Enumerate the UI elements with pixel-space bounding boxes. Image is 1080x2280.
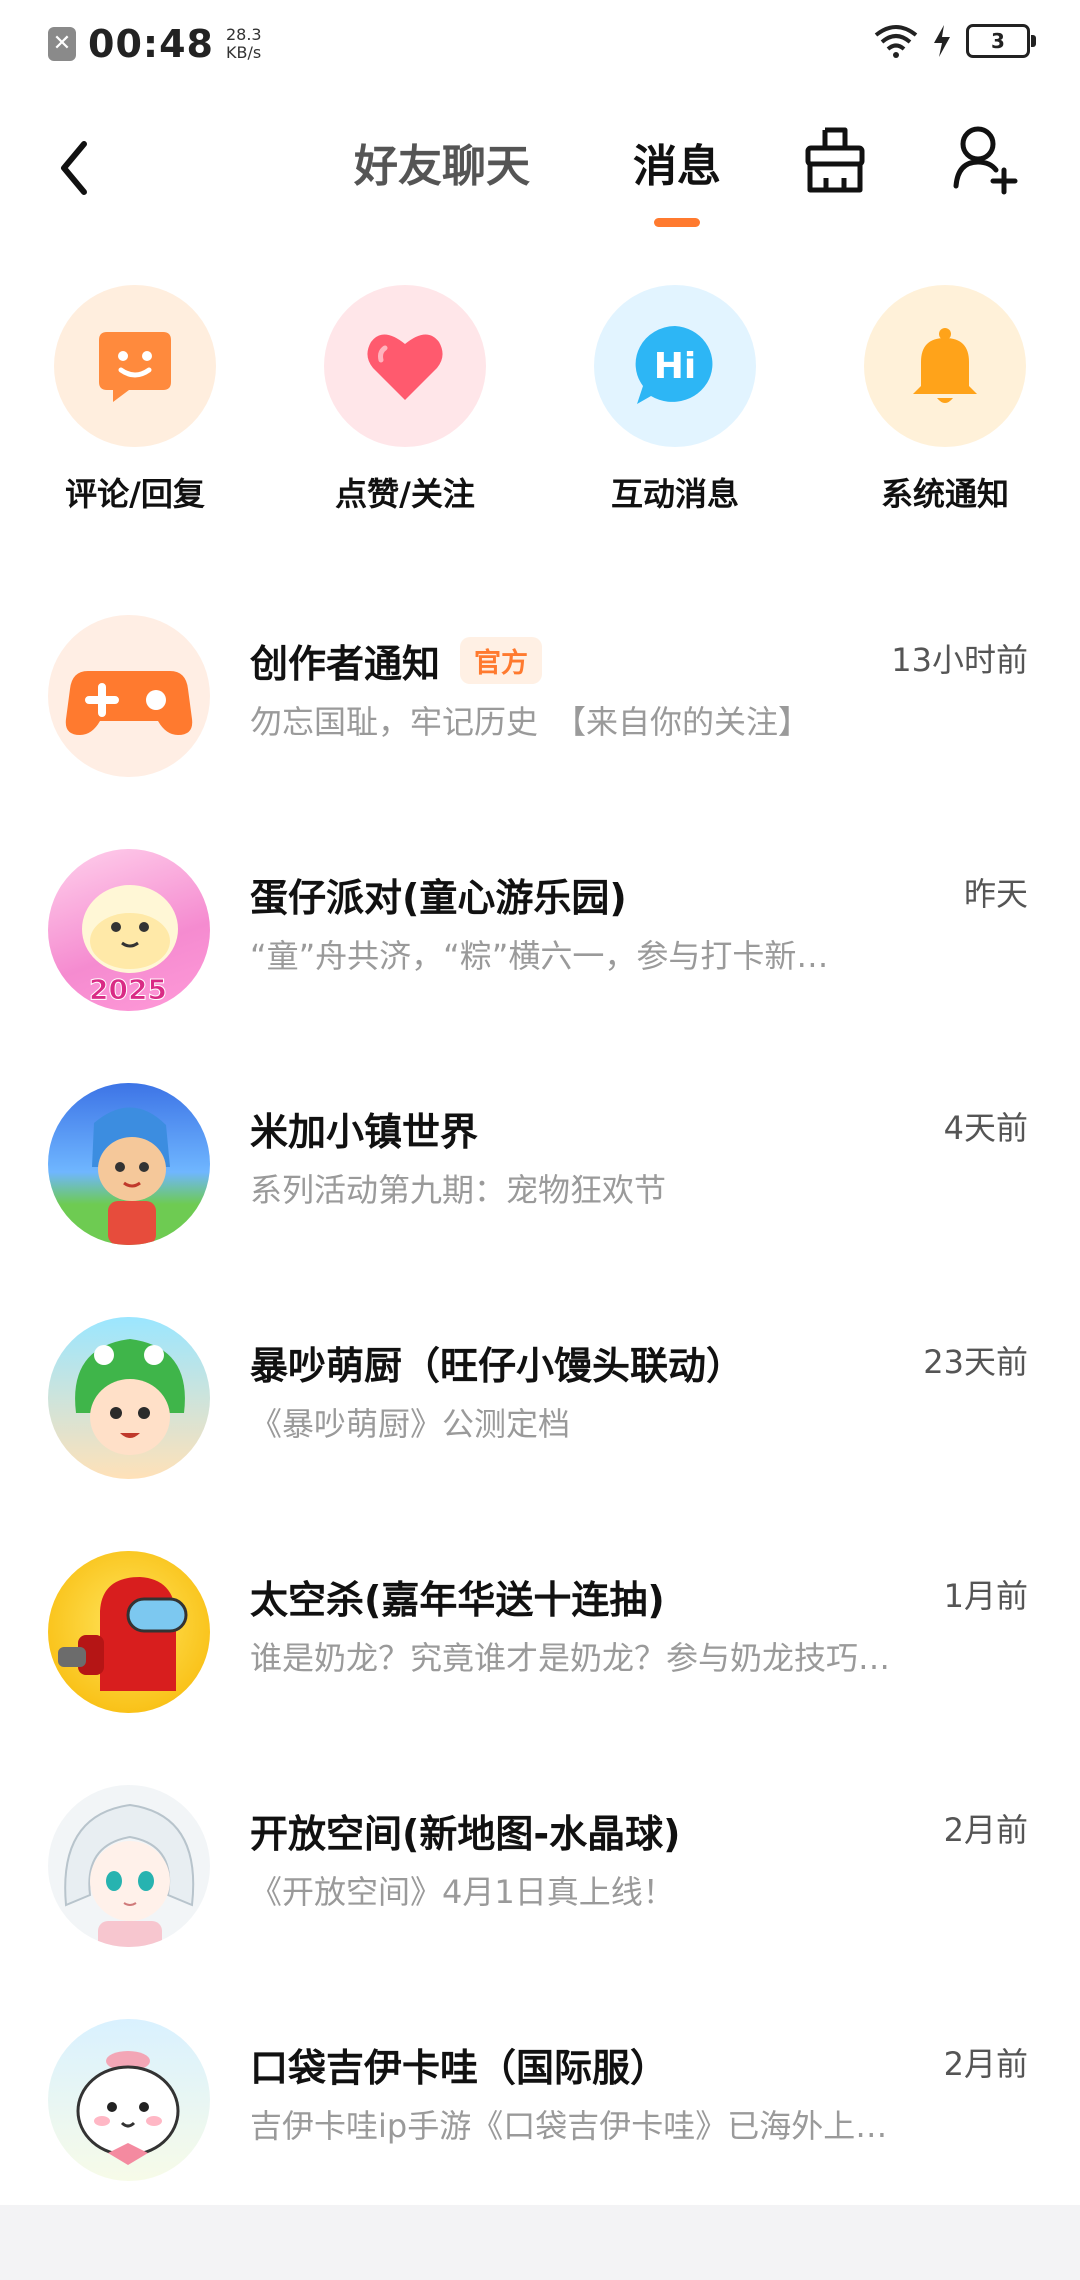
sender-name: 太空杀(嘉年华送十连抽) [250, 1578, 665, 1622]
message-time: 2月前 [943, 1811, 1028, 1849]
list-item-creator-notice[interactable]: 创作者通知 官方 13小时前 勿忘国耻，牢记历史 【来自你的关注】 [0, 595, 1080, 829]
message-preview: 系列活动第九期：宠物狂欢节 [250, 1171, 667, 1209]
conversation-title: 太空杀(嘉年华送十连抽) [250, 1569, 665, 1624]
conversation-title: 口袋吉伊卡哇（国际服） [250, 2037, 668, 2092]
avatar-year-text: 2025 [89, 973, 167, 1006]
sender-name: 口袋吉伊卡哇（国际服） [250, 2046, 669, 2090]
sender-name: 米加小镇世界 [250, 1110, 479, 1154]
charging-icon [934, 25, 950, 57]
category-label: 互动消息 [610, 475, 739, 513]
network-speed-value: 28.3 [225, 25, 262, 44]
network-speed: 28.3 KB/s [226, 26, 262, 62]
conversation-title: 蛋仔派对(童心游乐园) [250, 867, 627, 922]
gamepad-icon [65, 671, 193, 735]
likes-circle [324, 285, 486, 447]
message-time: 4天前 [943, 1109, 1028, 1147]
category-system[interactable]: 系统通知 [845, 285, 1045, 515]
message-time: 昨天 [963, 875, 1028, 913]
message-preview: 勿忘国耻，牢记历史 【来自你的关注】 [250, 703, 811, 741]
message-time: 23天前 [923, 1343, 1028, 1381]
message-time: 13小时前 [891, 641, 1028, 679]
system-circle [864, 285, 1026, 447]
list-item-chiikawa[interactable]: 口袋吉伊卡哇（国际服） 2月前 吉伊卡哇ip手游《口袋吉伊卡哇》已海外上… [0, 1999, 1080, 2233]
category-label: 评论/回复 [65, 475, 205, 513]
message-preview: 《开放空间》4月1日真上线！ [250, 1873, 675, 1911]
bell-icon [913, 328, 977, 403]
message-preview: 吉伊卡哇ip手游《口袋吉伊卡哇》已海外上… [250, 2107, 888, 2145]
category-likes[interactable]: 点赞/关注 [305, 285, 505, 515]
tab-friends-chat[interactable]: 好友聊天 [354, 130, 530, 194]
gamepad-avatar [48, 615, 210, 777]
top-nav: 好友聊天 消息 [0, 110, 1080, 240]
network-speed-unit: KB/s [225, 43, 262, 62]
list-item-open-space[interactable]: 开放空间(新地图-水晶球) 2月前 《开放空间》4月1日真上线！ [0, 1765, 1080, 1999]
status-right: 3 [874, 24, 1036, 58]
conversation-title: 创作者通知 官方 [250, 633, 543, 688]
message-time: 1月前 [943, 1577, 1028, 1615]
list-item-space-kill[interactable]: 太空杀(嘉年华送十连抽) 1月前 谁是奶龙？究竟谁才是奶龙？参与奶龙技巧… [0, 1531, 1080, 1765]
category-label: 点赞/关注 [335, 475, 475, 513]
open-space-avatar [48, 1785, 210, 1947]
dino-hood-character-image [75, 1339, 185, 1455]
chiikawa-avatar [48, 2019, 210, 2181]
anime-girl-image [64, 1803, 195, 1947]
hi-text: Hi [654, 346, 696, 387]
clear-unread-icon[interactable] [800, 122, 870, 202]
hi-bubble-icon: Hi [635, 326, 713, 404]
miga-character-image [92, 1107, 170, 1245]
official-badge: 官方 [460, 637, 543, 684]
eggy-party-avatar: 2025 [48, 849, 210, 1011]
conversation-title: 米加小镇世界 [250, 1101, 478, 1156]
sender-name: 开放空间(新地图-水晶球) [250, 1812, 681, 1856]
cooking-game-avatar [48, 1317, 210, 1479]
active-tab-indicator [654, 218, 700, 227]
space-kill-avatar [48, 1551, 210, 1713]
list-item-cooking-game[interactable]: 暴吵萌厨（旺仔小馒头联动） 23天前 《暴吵萌厨》公测定档 [0, 1297, 1080, 1531]
category-label: 系统通知 [880, 475, 1009, 513]
interactions-circle: Hi [594, 285, 756, 447]
tab-messages[interactable]: 消息 [633, 130, 721, 194]
message-preview: 谁是奶龙？究竟谁才是奶龙？参与奶龙技巧… [250, 1639, 891, 1677]
message-preview: 《暴吵萌厨》公测定档 [250, 1405, 571, 1443]
sender-name: 创作者通知 [250, 642, 441, 686]
message-time: 2月前 [943, 2045, 1028, 2083]
sender-name: 暴吵萌厨（旺仔小馒头联动） [250, 1344, 745, 1388]
list-item-miga-town[interactable]: 米加小镇世界 4天前 系列活动第九期：宠物狂欢节 [0, 1063, 1080, 1297]
message-preview: “童”舟共济，“粽”横六一，参与打卡新… [250, 937, 829, 975]
category-interactions[interactable]: Hi 互动消息 [575, 285, 775, 515]
conversation-title: 暴吵萌厨（旺仔小馒头联动） [250, 1335, 744, 1390]
conversation-title: 开放空间(新地图-水晶球) [250, 1803, 681, 1858]
heart-icon [367, 334, 443, 400]
chiikawa-character-image [76, 2051, 180, 2165]
battery-icon: 3 [966, 24, 1036, 58]
miga-town-avatar [48, 1083, 210, 1245]
sender-name: 蛋仔派对(童心游乐园) [250, 876, 627, 920]
add-friend-icon[interactable] [950, 120, 1020, 200]
comments-circle [54, 285, 216, 447]
clock: 00:48 [88, 22, 214, 66]
bottom-bar [0, 2205, 1080, 2280]
eggy-character-image: 2025 [82, 885, 178, 1007]
back-icon[interactable] [50, 128, 110, 208]
category-shortcuts: 评论/回复 点赞/关注 Hi 互动消息 系统通知 [0, 285, 1080, 525]
wifi-icon [874, 25, 918, 58]
comment-face-icon [99, 332, 171, 402]
list-item-eggy-party[interactable]: 2025 蛋仔派对(童心游乐园) 昨天 “童”舟共济，“粽”横六一，参与打卡新… [0, 829, 1080, 1063]
status-bar: ✕ 00:48 28.3 KB/s 3 [0, 0, 1080, 90]
status-left: ✕ 00:48 28.3 KB/s [48, 22, 262, 66]
category-comments[interactable]: 评论/回复 [35, 285, 235, 515]
crewmate-image [58, 1577, 188, 1691]
notification-icon: ✕ [48, 27, 76, 61]
